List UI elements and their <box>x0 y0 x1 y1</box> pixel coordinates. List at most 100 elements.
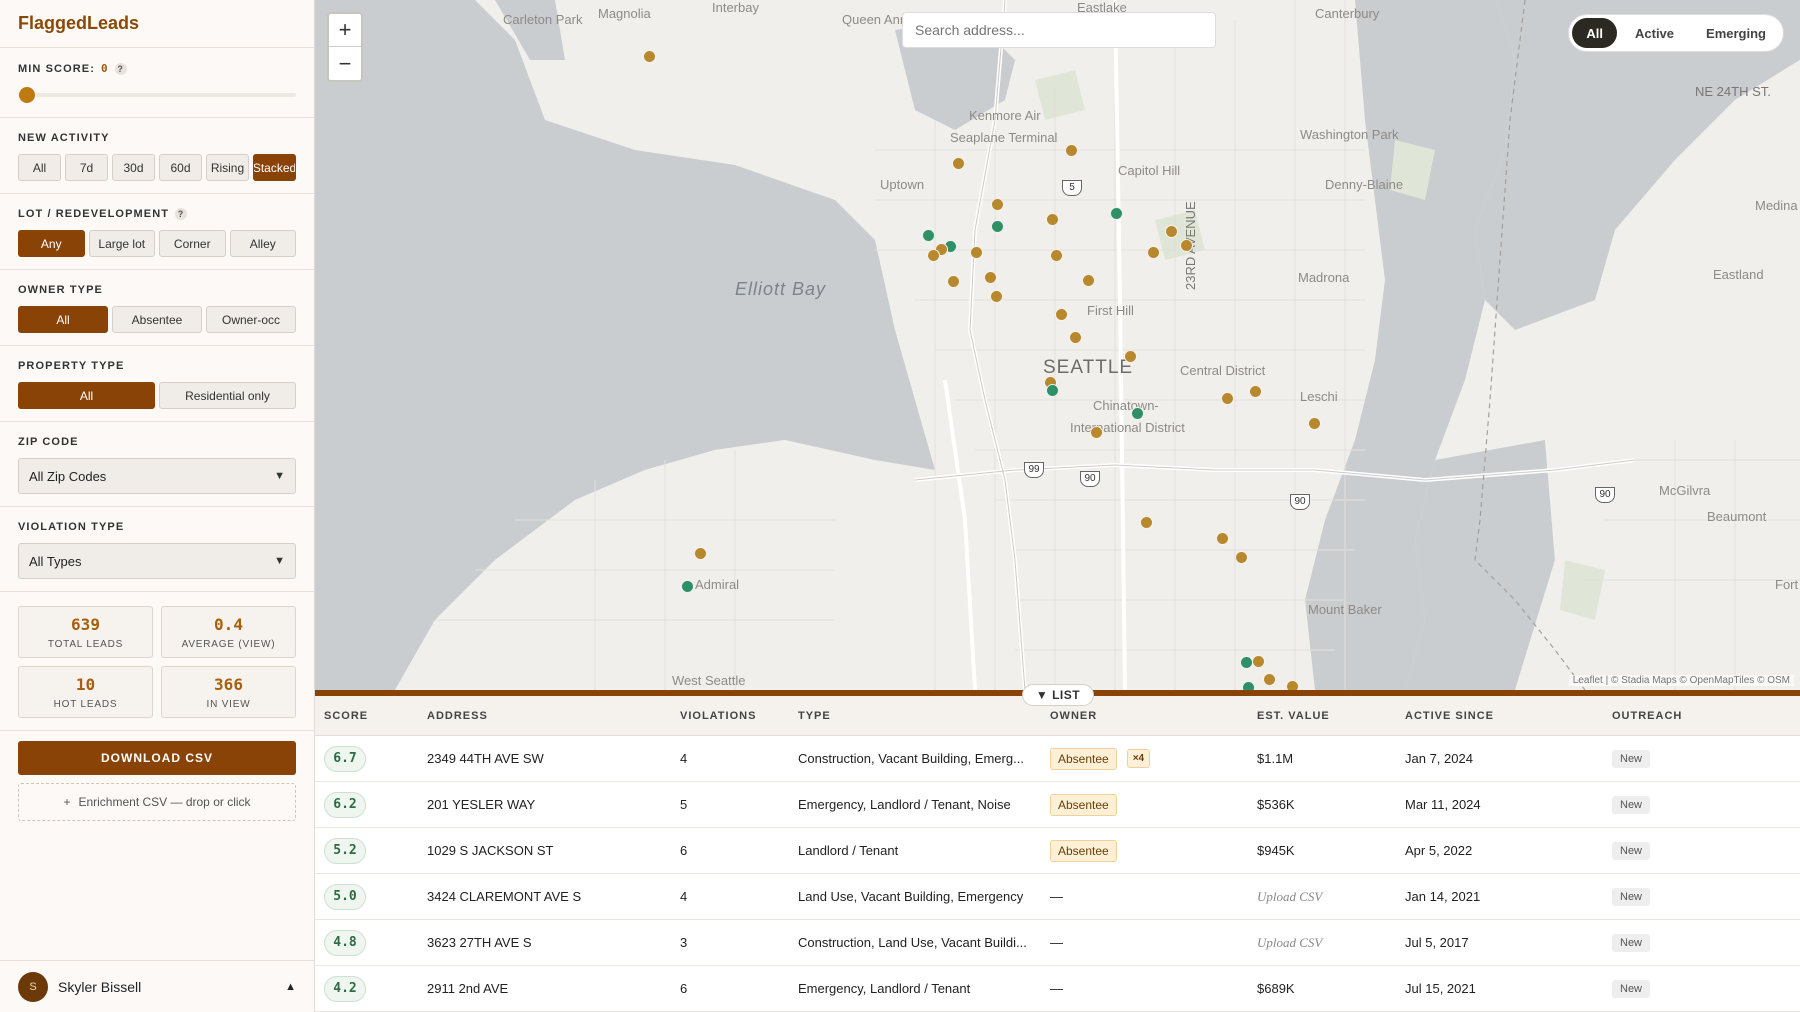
activity-30d-button[interactable]: 30d <box>112 154 155 181</box>
lead-marker[interactable] <box>1252 655 1265 668</box>
owner-type-title: OWNER TYPE <box>18 284 103 296</box>
address-cell: 201 YESLER WAY <box>427 797 536 812</box>
lead-marker[interactable] <box>984 271 997 284</box>
outreach-badge[interactable]: New <box>1612 841 1651 860</box>
outreach-badge[interactable]: New <box>1612 795 1651 814</box>
lead-marker[interactable] <box>991 198 1004 211</box>
column-header-est-value[interactable]: EST. VALUE <box>1248 710 1396 722</box>
enrichment-dropzone[interactable]: + Enrichment CSV — drop or click <box>18 783 296 821</box>
zip-select[interactable]: All Zip Codes ▼ <box>18 458 296 494</box>
column-header-active-since[interactable]: ACTIVE SINCE <box>1396 710 1603 722</box>
table-row[interactable]: 5.0 3424 CLAREMONT AVE S 4 Land Use, Vac… <box>315 874 1800 920</box>
lot-alley-button[interactable]: Alley <box>229 230 296 257</box>
column-header-score[interactable]: SCORE <box>315 710 418 722</box>
lead-marker[interactable] <box>922 229 935 242</box>
outreach-badge[interactable]: New <box>1612 887 1651 906</box>
lead-marker[interactable] <box>1249 385 1262 398</box>
lead-marker[interactable] <box>1082 274 1095 287</box>
download-csv-button[interactable]: DOWNLOAD CSV <box>18 741 296 775</box>
column-header-address[interactable]: ADDRESS <box>418 710 671 722</box>
column-header-violations[interactable]: VIOLATIONS <box>671 710 789 722</box>
activity-7d-button[interactable]: 7d <box>65 154 108 181</box>
slider-thumb[interactable] <box>19 87 35 103</box>
lead-marker[interactable] <box>1090 426 1103 439</box>
property-residential-button[interactable]: Residential only <box>159 382 296 409</box>
lead-marker[interactable] <box>1124 350 1137 363</box>
outreach-badge[interactable]: New <box>1612 979 1651 998</box>
help-icon[interactable]: ? <box>175 208 188 220</box>
table-row[interactable]: 4.8 3623 27TH AVE S 3 Construction, Land… <box>315 920 1800 966</box>
map[interactable]: Carleton Park Magnolia Interbay Queen An… <box>315 0 1800 690</box>
lead-marker[interactable] <box>1216 532 1229 545</box>
activity-rising-button[interactable]: Rising <box>206 154 249 181</box>
zoom-out-button[interactable]: − <box>329 47 361 80</box>
highway-shield-icon: 99 <box>1024 462 1044 478</box>
lot-large-button[interactable]: Large lot <box>88 230 155 257</box>
table-row[interactable]: 4.2 2911 2nd AVE 6 Emergency, Landlord /… <box>315 966 1800 1012</box>
outreach-badge[interactable]: New <box>1612 933 1651 952</box>
activity-60d-button[interactable]: 60d <box>159 154 202 181</box>
lead-marker[interactable] <box>1242 681 1255 690</box>
lot-section: LOT / REDEVELOPMENT ? Any Large lot Corn… <box>0 194 314 270</box>
lead-marker[interactable] <box>947 275 960 288</box>
lead-marker[interactable] <box>643 50 656 63</box>
help-icon[interactable]: ? <box>114 62 127 75</box>
lead-marker[interactable] <box>1055 308 1068 321</box>
owner-all-button[interactable]: All <box>18 306 108 333</box>
lead-marker[interactable] <box>681 580 694 593</box>
lead-marker[interactable] <box>1235 551 1248 564</box>
table-row[interactable]: 6.2 201 YESLER WAY 5 Emergency, Landlord… <box>315 782 1800 828</box>
lot-corner-button[interactable]: Corner <box>159 230 226 257</box>
lead-marker[interactable] <box>1308 417 1321 430</box>
slider-track[interactable] <box>18 93 296 97</box>
map-attribution[interactable]: Leaflet | © Stadia Maps © OpenMapTiles ©… <box>1568 675 1794 686</box>
lead-marker[interactable] <box>1046 213 1059 226</box>
outreach-badge[interactable]: New <box>1612 749 1651 768</box>
segment-all[interactable]: All <box>1572 18 1617 48</box>
address-search-input[interactable] <box>902 12 1216 48</box>
segment-active[interactable]: Active <box>1621 18 1688 48</box>
zoom-in-button[interactable]: + <box>329 14 361 47</box>
activity-stacked-button[interactable]: Stacked <box>253 154 296 181</box>
lead-marker[interactable] <box>990 290 1003 303</box>
min-score-slider[interactable] <box>18 83 296 105</box>
column-header-type[interactable]: TYPE <box>789 710 1041 722</box>
lead-marker[interactable] <box>1065 144 1078 157</box>
map-label-kenmore: Kenmore Air <box>969 108 1041 123</box>
column-header-owner[interactable]: OWNER <box>1041 710 1248 722</box>
activity-all-button[interactable]: All <box>18 154 61 181</box>
lead-marker[interactable] <box>1147 246 1160 259</box>
lead-marker[interactable] <box>1263 673 1276 686</box>
lead-marker[interactable] <box>1050 249 1063 262</box>
lead-marker[interactable] <box>991 220 1004 233</box>
lead-marker[interactable] <box>1140 516 1153 529</box>
lead-marker[interactable] <box>1131 407 1144 420</box>
owner-absentee-button[interactable]: Absentee <box>112 306 202 333</box>
lot-any-button[interactable]: Any <box>18 230 85 257</box>
upload-csv-link[interactable]: Upload CSV <box>1248 889 1396 905</box>
lead-marker[interactable] <box>1240 656 1253 669</box>
lead-marker[interactable] <box>1110 207 1123 220</box>
table-row[interactable]: 5.2 1029 S JACKSON ST 6 Landlord / Tenan… <box>315 828 1800 874</box>
lead-marker[interactable] <box>694 547 707 560</box>
lead-marker[interactable] <box>1165 225 1178 238</box>
lead-marker[interactable] <box>1180 239 1193 252</box>
upload-csv-link[interactable]: Upload CSV <box>1248 935 1396 951</box>
lead-marker[interactable] <box>1286 680 1299 690</box>
lead-marker[interactable] <box>970 246 983 259</box>
column-header-outreach[interactable]: OUTREACH <box>1603 710 1753 722</box>
property-all-button[interactable]: All <box>18 382 155 409</box>
chevron-up-icon[interactable]: ▲ <box>285 981 296 993</box>
segment-emerging[interactable]: Emerging <box>1692 18 1780 48</box>
table-row[interactable]: 6.7 2349 44TH AVE SW 4 Construction, Vac… <box>315 736 1800 782</box>
violation-select[interactable]: All Types ▼ <box>18 543 296 579</box>
score-badge: 5.0 <box>324 883 366 910</box>
user-menu[interactable]: S Skyler Bissell ▲ <box>0 960 314 1012</box>
lead-marker[interactable] <box>1046 384 1059 397</box>
lead-marker[interactable] <box>927 249 940 262</box>
lead-marker[interactable] <box>952 157 965 170</box>
list-toggle-button[interactable]: ▼ LIST <box>1022 684 1094 706</box>
lead-marker[interactable] <box>1221 392 1234 405</box>
lead-marker[interactable] <box>1069 331 1082 344</box>
owner-occ-button[interactable]: Owner-occ <box>206 306 296 333</box>
